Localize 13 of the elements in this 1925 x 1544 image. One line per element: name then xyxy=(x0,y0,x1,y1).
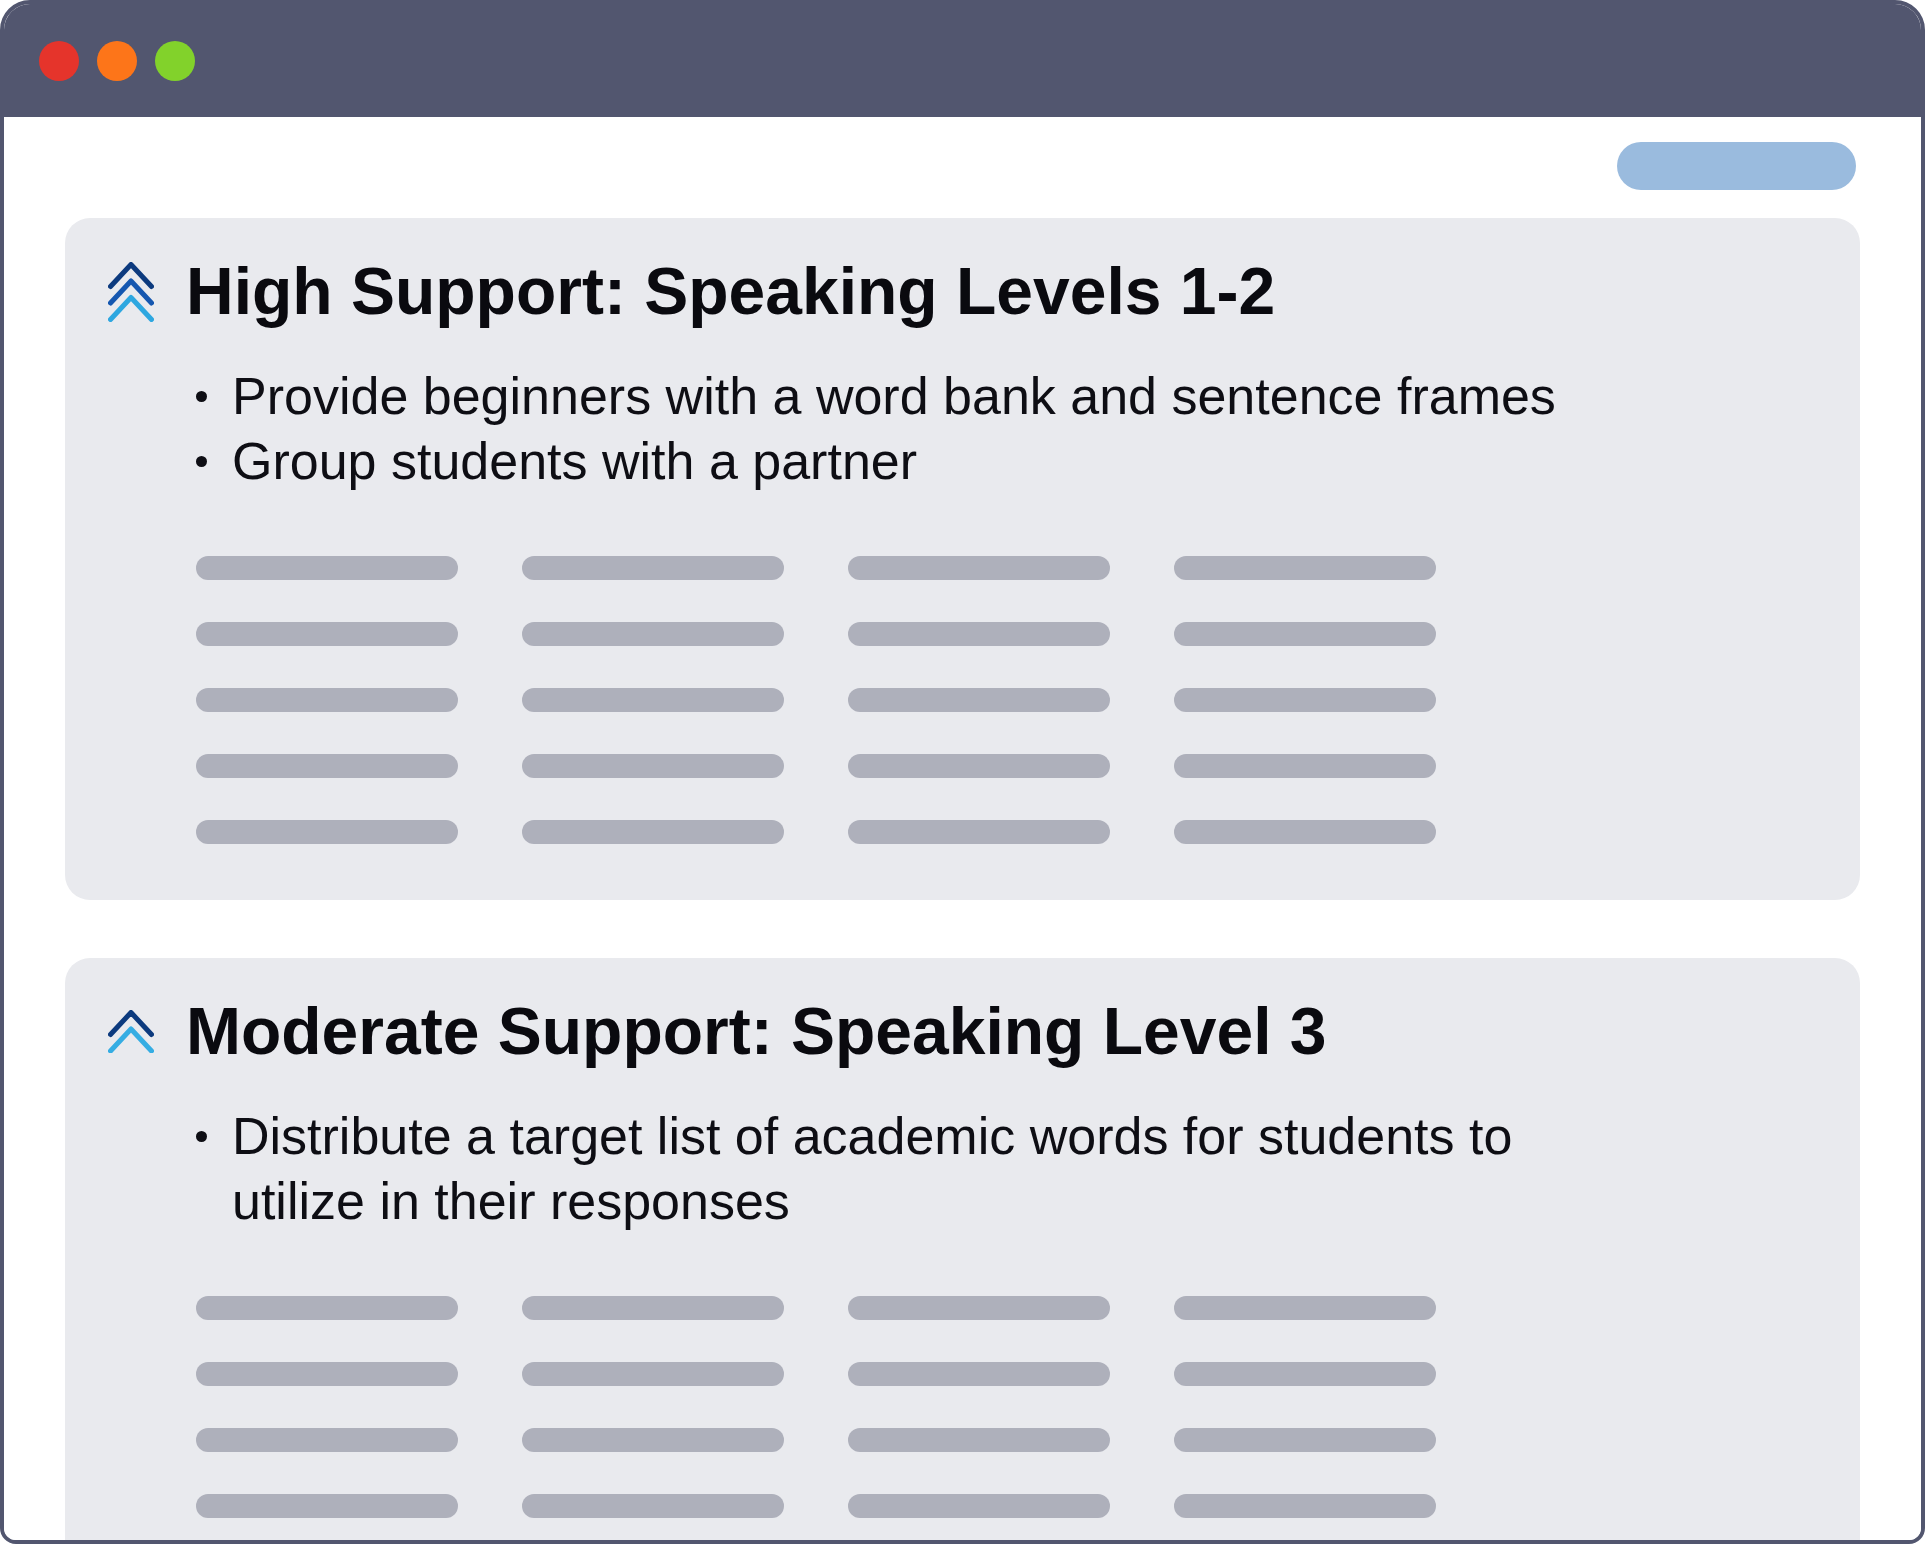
close-button[interactable] xyxy=(39,40,79,81)
bullet-text: Group students with a partner xyxy=(232,431,918,492)
section-heading: Moderate Support: Speaking Level 3 xyxy=(186,993,1327,1070)
minimize-button[interactable] xyxy=(97,40,137,81)
section-heading: High Support: Speaking Levels 1-2 xyxy=(186,253,1276,330)
bullet-icon xyxy=(196,391,207,402)
bullet-icon xyxy=(196,1131,207,1142)
bullet-text: Distribute a target list of academic words for students to utilize in their responses xyxy=(232,1106,1514,1232)
maximize-button[interactable] xyxy=(155,40,195,81)
double-chevron-up-icon xyxy=(108,1009,154,1054)
bullet-icon xyxy=(196,456,207,467)
triple-chevron-up-icon xyxy=(108,261,154,322)
bullet-text: Provide beginners with a word bank and sentence frames xyxy=(232,366,1556,427)
